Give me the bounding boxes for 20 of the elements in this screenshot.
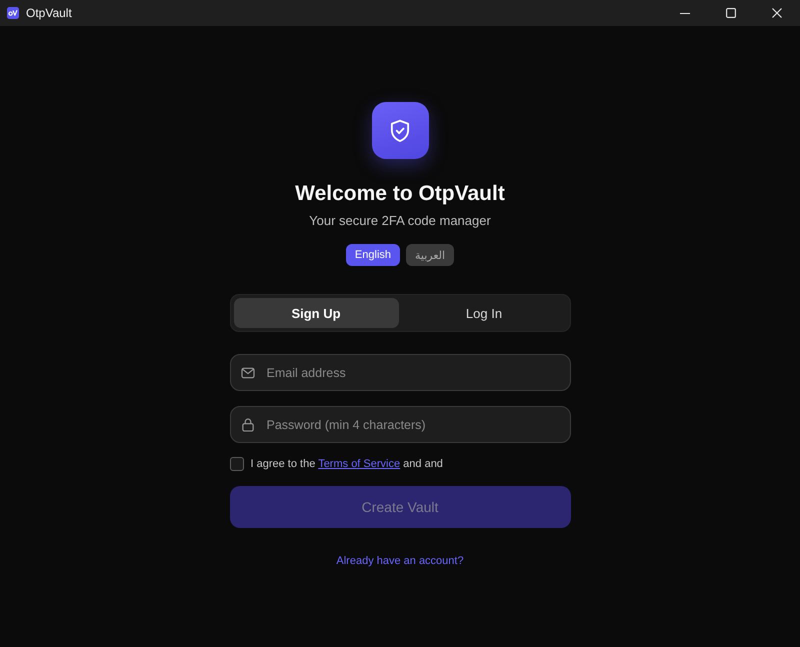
- language-button[interactable]: العربية: [406, 244, 454, 266]
- shield-check-icon: [372, 102, 428, 159]
- terms-agreement-text: I agree to the Terms of Service and and: [250, 457, 443, 472]
- login-link[interactable]: Already have an account?: [336, 554, 464, 568]
- language-button[interactable]: English: [346, 244, 400, 266]
- password-field[interactable]: Password (min 4 characters): [230, 406, 570, 443]
- welcome-heading: Welcome to OtpVault: [295, 181, 505, 207]
- close-icon: [772, 8, 782, 18]
- minimize-icon: [680, 12, 690, 14]
- terms-of-service-link[interactable]: Terms of Service: [318, 458, 400, 470]
- terms-checkbox[interactable]: [230, 457, 244, 471]
- window-title: OtpVault: [26, 6, 72, 20]
- auth-tab[interactable]: Log In: [402, 298, 566, 328]
- maximize-icon: [726, 8, 736, 18]
- email-field[interactable]: Email address: [230, 354, 570, 391]
- subtitle-text: Your secure 2FA code manager: [309, 212, 491, 230]
- auth-tab[interactable]: Sign Up: [234, 298, 398, 328]
- lock-icon: [242, 418, 254, 432]
- mail-icon: [240, 366, 254, 378]
- app-icon: [7, 7, 19, 19]
